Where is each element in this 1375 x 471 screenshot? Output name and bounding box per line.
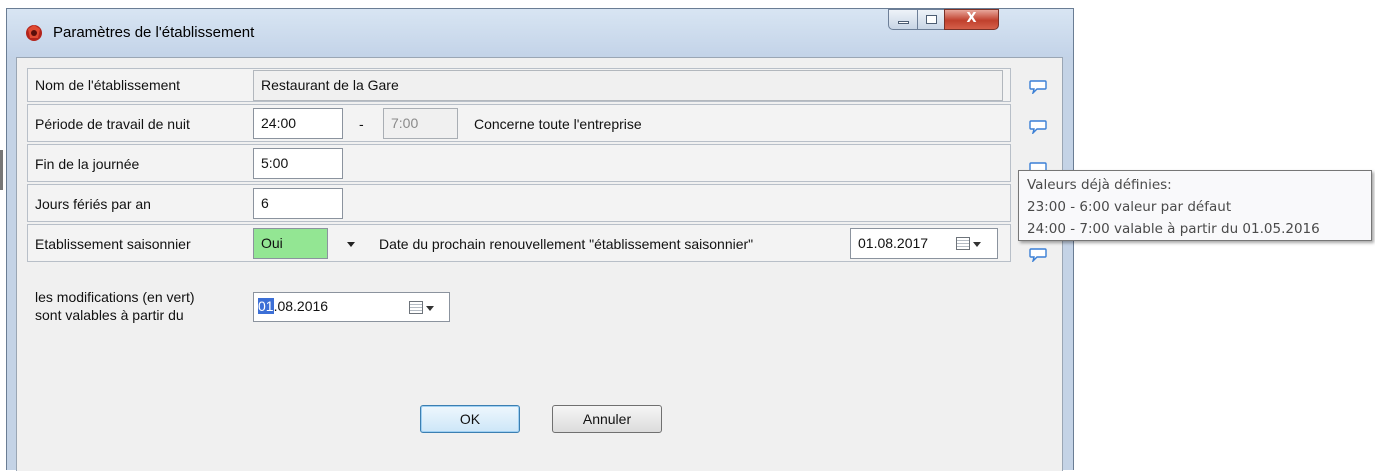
nuit-separator: - <box>359 116 364 132</box>
nuit-note: Concerne toute l'entreprise <box>474 116 642 132</box>
row-fin: Fin de la journée 5:00 <box>27 144 1011 182</box>
settings-dialog: Paramètres de l'établissement X Nom de l… <box>6 8 1074 471</box>
row-validity: les modifications (en vert) sont valable… <box>27 276 1011 344</box>
maximize-button[interactable] <box>917 9 945 30</box>
validity-date-selected: 01 <box>258 298 274 314</box>
validity-date-rest: .08.2016 <box>273 298 329 314</box>
fin-field[interactable]: 5:00 <box>253 148 343 179</box>
nuit-end-field: 7:00 <box>383 108 458 139</box>
row-nom: Nom de l'établissement Restaurant de la … <box>27 68 1011 102</box>
calendar-dropdown-icon[interactable] <box>426 306 434 311</box>
maximize-icon <box>926 15 937 24</box>
tooltip-line3: 24:00 - 7:00 valable à partir du 01.05.2… <box>1027 221 1320 237</box>
calendar-dropdown-icon[interactable] <box>973 242 981 247</box>
tooltip-line2: 23:00 - 6:00 valeur par défaut <box>1027 199 1232 215</box>
row-feries: Jours fériés par an 6 <box>27 184 1011 222</box>
saison-select[interactable]: Oui <box>253 228 328 259</box>
comment-icon[interactable] <box>1029 120 1047 134</box>
nom-label: Nom de l'établissement <box>35 77 181 93</box>
nuit-label: Période de travail de nuit <box>35 116 190 132</box>
window-title: Paramètres de l'établissement <box>53 24 255 41</box>
row-nuit: Période de travail de nuit 24:00 - 7:00 … <box>27 104 1011 142</box>
tooltip-line1: Valeurs déjà définies: <box>1027 177 1172 193</box>
comment-icon[interactable] <box>1029 80 1047 94</box>
dropdown-arrow-icon[interactable] <box>347 242 355 247</box>
feries-field[interactable]: 6 <box>253 188 343 219</box>
minimize-icon <box>898 21 909 24</box>
tooltip: Valeurs déjà définies: 23:00 - 6:00 vale… <box>1018 170 1372 241</box>
row-saison: Etablissement saisonnier Oui Date du pro… <box>27 224 1011 262</box>
comment-icon[interactable] <box>1029 248 1047 262</box>
calendar-icon[interactable] <box>956 237 970 250</box>
ok-button[interactable]: OK <box>420 405 520 433</box>
close-icon: X <box>966 11 977 26</box>
minimize-button[interactable] <box>888 9 918 30</box>
nuit-start-field[interactable]: 24:00 <box>253 108 343 139</box>
app-icon <box>26 25 42 41</box>
fin-label: Fin de la journée <box>35 156 140 172</box>
renew-date-value: 01.08.2017 <box>858 235 929 251</box>
saison-label: Etablissement saisonnier <box>35 236 191 252</box>
validity-label-line1: les modifications (en vert) <box>35 289 195 305</box>
close-button[interactable]: X <box>944 9 999 30</box>
calendar-icon[interactable] <box>409 301 423 314</box>
validity-label-line2: sont valables à partir du <box>35 307 184 323</box>
desktop-edge <box>0 150 3 190</box>
cancel-button[interactable]: Annuler <box>552 405 662 433</box>
renew-label: Date du prochain renouvellement "établis… <box>379 236 754 252</box>
dialog-body: Nom de l'établissement Restaurant de la … <box>16 57 1063 471</box>
feries-label: Jours fériés par an <box>35 196 151 212</box>
nom-field[interactable]: Restaurant de la Gare <box>253 70 1003 101</box>
title-bar[interactable]: Paramètres de l'établissement X <box>7 9 1073 57</box>
